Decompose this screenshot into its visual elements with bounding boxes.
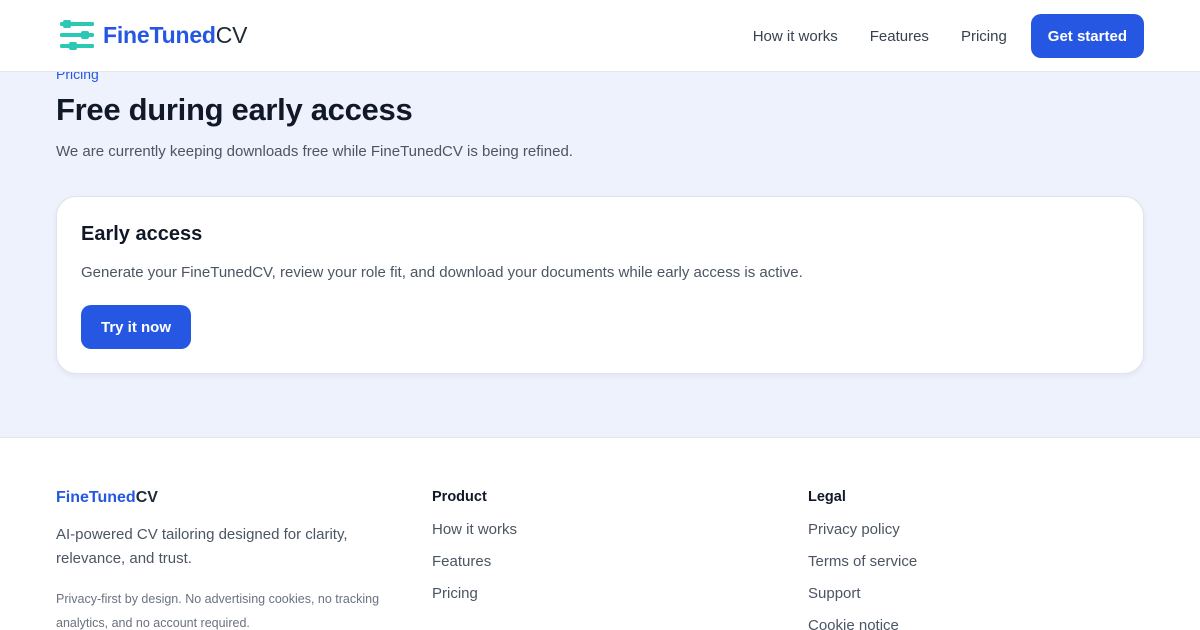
- page-title: Free during early access: [56, 92, 413, 127]
- footer-link-pricing[interactable]: Pricing: [432, 585, 517, 617]
- logo[interactable]: FineTunedCV: [60, 18, 248, 52]
- main-nav: How it works Features Pricing Get starte…: [753, 14, 1144, 58]
- footer-brand-part-cv: CV: [135, 489, 158, 506]
- footer-link-support[interactable]: Support: [808, 585, 917, 617]
- footer-link-features[interactable]: Features: [432, 553, 517, 585]
- page-subtitle: We are currently keeping downloads free …: [56, 143, 573, 160]
- try-it-now-button[interactable]: Try it now: [81, 305, 192, 349]
- footer-product-heading: Product: [432, 489, 487, 505]
- get-started-button[interactable]: Get started: [1030, 14, 1144, 58]
- brand-part-finetuned: FineTuned: [103, 21, 216, 48]
- footer-legal-heading: Legal: [808, 489, 846, 505]
- footer-legal-column: Legal Privacy policy Terms of service Su…: [808, 489, 917, 630]
- footer-brand-part-finetuned: FineTuned: [56, 489, 136, 506]
- footer-link-cookie-notice[interactable]: Cookie notice: [808, 617, 917, 630]
- nav-pricing[interactable]: Pricing: [961, 28, 1007, 45]
- footer-link-terms-of-service[interactable]: Terms of service: [808, 553, 917, 585]
- footer-brand[interactable]: FineTunedCV: [56, 490, 158, 506]
- footer-privacy-note: Privacy-first by design. No advertising …: [56, 592, 380, 630]
- brand-part-cv: CV: [215, 21, 248, 48]
- nav-how-it-works[interactable]: How it works: [753, 28, 838, 45]
- early-access-card: Early access Generate your FineTunedCV, …: [56, 196, 1144, 374]
- pricing-section: Pricing Free during early access We are …: [0, 72, 1200, 438]
- footer-product-column: Product How it works Features Pricing: [432, 489, 517, 617]
- footer-link-privacy-policy[interactable]: Privacy policy: [808, 521, 917, 553]
- card-description: Generate your FineTunedCV, review your r…: [81, 264, 803, 281]
- nav-features[interactable]: Features: [870, 28, 929, 45]
- footer-tagline: AI-powered CV tailoring designed for cla…: [56, 526, 348, 567]
- section-eyebrow: Pricing: [56, 72, 99, 82]
- brand-name: FineTunedCV: [103, 21, 248, 48]
- sliders-icon: [60, 20, 94, 50]
- footer-link-how-it-works[interactable]: How it works: [432, 521, 517, 553]
- site-footer: FineTunedCV AI-powered CV tailoring desi…: [0, 439, 1200, 630]
- card-title: Early access: [81, 223, 203, 245]
- site-header: FineTunedCV How it works Features Pricin…: [0, 0, 1200, 72]
